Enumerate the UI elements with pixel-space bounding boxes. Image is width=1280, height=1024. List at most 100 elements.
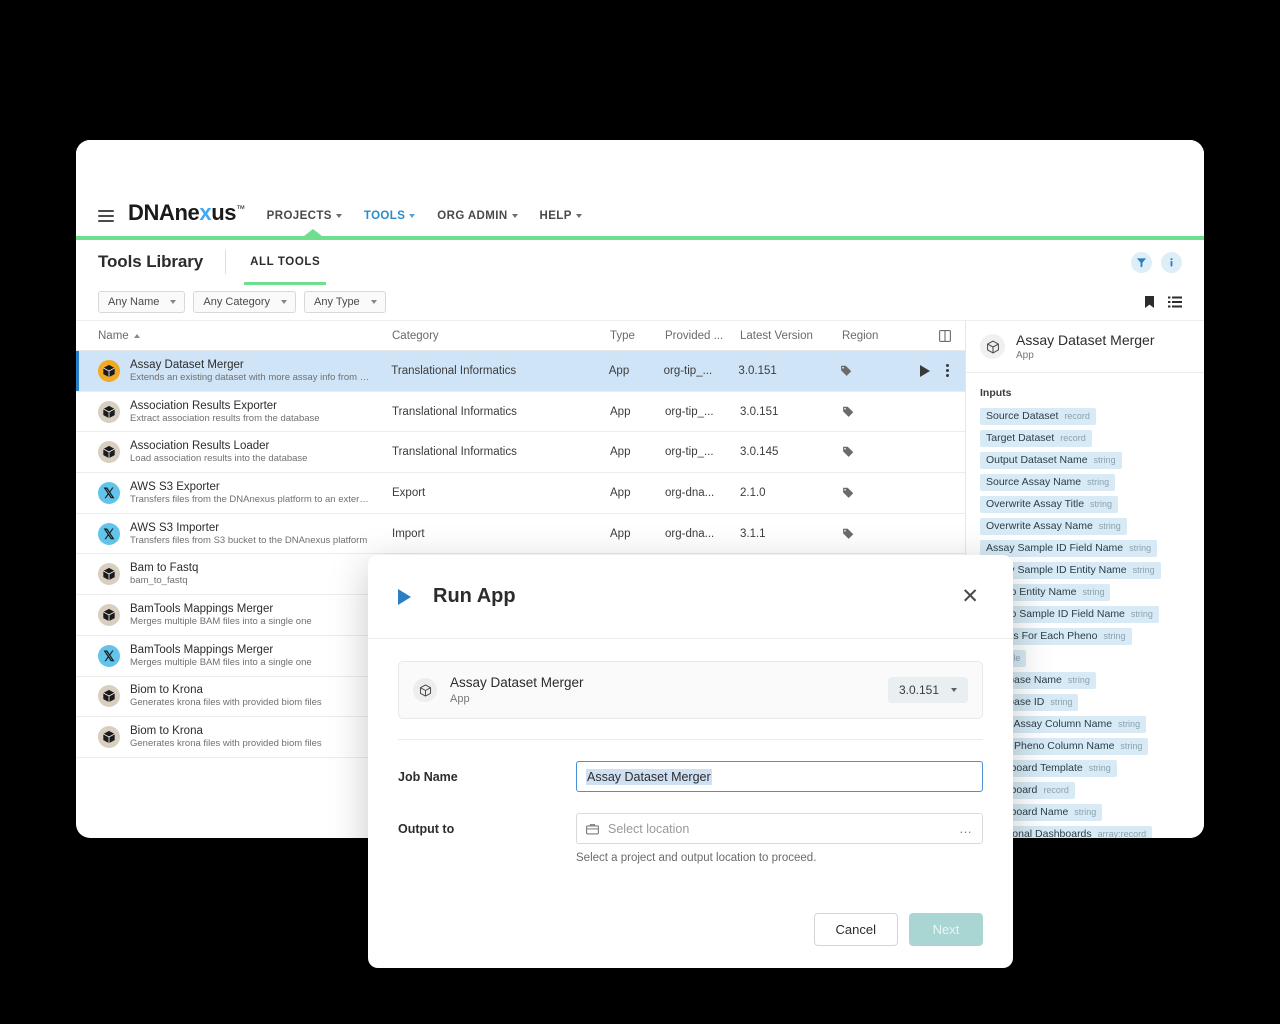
cell-latest-version: 3.1.1 — [740, 527, 766, 540]
cell-name: 𝕏 BamTools Mappings Merger Merges multiple… — [98, 644, 392, 668]
brand-x: x — [199, 200, 212, 225]
filter-any-name[interactable]: Any Name — [98, 291, 186, 313]
play-triangle-icon — [398, 588, 411, 605]
input-type: string — [1067, 675, 1090, 686]
job-name-input[interactable]: Assay Dataset Merger — [576, 761, 983, 793]
output-location-input[interactable]: Select location … — [576, 813, 983, 845]
info-icon[interactable] — [1161, 251, 1182, 273]
cell-provided-by: org-dna... — [665, 527, 715, 540]
job-name-label: Job Name — [398, 769, 458, 784]
cell-name: Association Results Loader Load associati… — [98, 440, 392, 464]
chevron-down-icon — [335, 213, 342, 218]
table-row[interactable]: Assay Dataset Merger Extends an existing … — [76, 351, 965, 392]
column-header-category[interactable]: Category — [392, 330, 610, 342]
app-type: App — [450, 693, 470, 706]
tool-avatar-icon — [98, 400, 120, 423]
input-type: array:record — [1097, 829, 1147, 838]
bookmark-icon[interactable] — [1144, 295, 1155, 309]
output-helper-text: Select a project and output location to … — [576, 852, 817, 865]
list-view-icon[interactable] — [1168, 296, 1182, 308]
cell-provided-by: org-dna... — [665, 486, 715, 499]
tool-description: Merges multiple BAM files into a single … — [130, 615, 312, 627]
cancel-button[interactable]: Cancel — [813, 912, 898, 946]
cube-icon — [980, 334, 1005, 360]
tool-description: Merges multiple BAM files into a single … — [130, 656, 312, 668]
tool-name: Biom to Krona — [130, 684, 203, 697]
input-pill[interactable]: Source Dataset record — [980, 407, 1096, 425]
input-pill-row: Overwrite Assay Title string — [980, 494, 1190, 516]
input-type: string — [1132, 565, 1155, 576]
tool-description: Transfers files from the DNAnexus platfo… — [130, 493, 370, 505]
page-title: Tools Library — [98, 252, 204, 271]
cell-name: 𝕏 AWS S3 Exporter Transfers files from the… — [98, 481, 392, 505]
tool-avatar-icon — [98, 441, 120, 464]
column-header-provided-by[interactable]: Provided ... — [665, 330, 740, 342]
column-header-name[interactable]: Name — [98, 330, 392, 342]
column-header-region[interactable]: Region — [842, 330, 922, 342]
cell-region — [842, 406, 922, 418]
input-pill[interactable]: Source Assay Name string — [980, 473, 1116, 491]
cell-region — [840, 365, 920, 377]
table-row[interactable]: 𝕏 AWS S3 Importer Transfers files from S3 … — [76, 514, 965, 555]
input-type: record — [1043, 785, 1069, 796]
nav-item-projects[interactable]: PROJECTS — [267, 210, 342, 222]
input-type: string — [1129, 543, 1152, 554]
next-button[interactable]: Next — [909, 912, 983, 946]
table-header-row: Name Category Type Provided ... Latest V… — [76, 321, 965, 351]
modal-body: Assay Dataset Merger App 3.0.151 Job Nam… — [368, 639, 1013, 890]
table-row[interactable]: Association Results Loader Load associati… — [76, 432, 965, 474]
chevron-down-icon — [575, 213, 582, 218]
divider — [225, 250, 227, 274]
input-pill[interactable]: Output Dataset Name string — [980, 451, 1122, 469]
close-icon[interactable]: ✕ — [957, 582, 983, 611]
tool-avatar-icon — [98, 726, 120, 749]
tag-icon — [842, 528, 854, 540]
filter-label: Any Category — [203, 296, 271, 308]
run-app-play-icon[interactable] — [920, 364, 930, 377]
input-pill-row: Overwrite Assay Name string — [980, 516, 1190, 538]
filter-funnel-icon[interactable] — [1131, 251, 1152, 273]
tool-avatar-icon: 𝕏 — [98, 522, 120, 545]
tool-avatar-icon — [98, 563, 120, 586]
columns-toggle-icon[interactable] — [939, 329, 951, 342]
tool-name: AWS S3 Exporter — [130, 480, 220, 493]
nav-label: PROJECTS — [266, 210, 332, 222]
cell-name: Association Results Exporter Extract asso… — [98, 400, 392, 424]
nav-item-tools[interactable]: TOOLS — [363, 210, 416, 222]
cell-region — [842, 528, 922, 540]
input-type: string — [1118, 719, 1141, 730]
nav-label: TOOLS — [363, 210, 406, 222]
nav-item-help[interactable]: HELP — [540, 210, 582, 222]
cell-name: 𝕏 AWS S3 Importer Transfers files from S3 … — [98, 522, 392, 546]
filter-any-category[interactable]: Any Category — [193, 291, 297, 313]
column-header-latest-version[interactable]: Latest Version — [740, 330, 842, 342]
table-row[interactable]: Association Results Exporter Extract asso… — [76, 392, 965, 433]
row-menu-icon[interactable] — [944, 362, 951, 379]
input-type: string — [1120, 741, 1143, 752]
input-name: Source Dataset — [986, 410, 1059, 423]
input-pill[interactable]: Overwrite Assay Name string — [980, 517, 1127, 535]
input-pill-row: Target Dataset record — [980, 428, 1190, 450]
tool-description: Extends an existing dataset with more as… — [130, 371, 370, 383]
input-type: string — [1050, 697, 1073, 708]
column-header-type[interactable]: Type — [610, 330, 665, 342]
nav-item-org-admin[interactable]: ORG ADMIN — [437, 210, 518, 222]
tool-name: Bam to Fastq — [130, 562, 199, 575]
version-select[interactable]: 3.0.151 — [887, 677, 968, 704]
table-row[interactable]: 𝕏 AWS S3 Exporter Transfers files from the… — [76, 473, 965, 514]
tool-name: Assay Dataset Merger — [130, 358, 244, 371]
cell-type: App — [610, 486, 631, 499]
ellipsis-icon[interactable]: … — [959, 821, 973, 836]
cell-provided-by: org-tip_... — [665, 446, 714, 459]
column-label: Name — [98, 329, 129, 342]
input-pill[interactable]: Overwrite Assay Title string — [980, 495, 1119, 513]
input-type: record — [1060, 433, 1086, 444]
input-pill[interactable]: Target Dataset record — [980, 429, 1092, 447]
filter-any-type[interactable]: Any Type — [304, 291, 386, 313]
hamburger-menu-icon[interactable] — [98, 210, 114, 222]
tab-all-tools[interactable]: ALL TOOLS — [244, 245, 327, 285]
cell-latest-version: 3.0.151 — [738, 364, 777, 377]
cell-provided-by: org-tip_... — [663, 364, 713, 377]
input-type: string — [1082, 587, 1105, 598]
sort-asc-icon — [133, 333, 140, 338]
